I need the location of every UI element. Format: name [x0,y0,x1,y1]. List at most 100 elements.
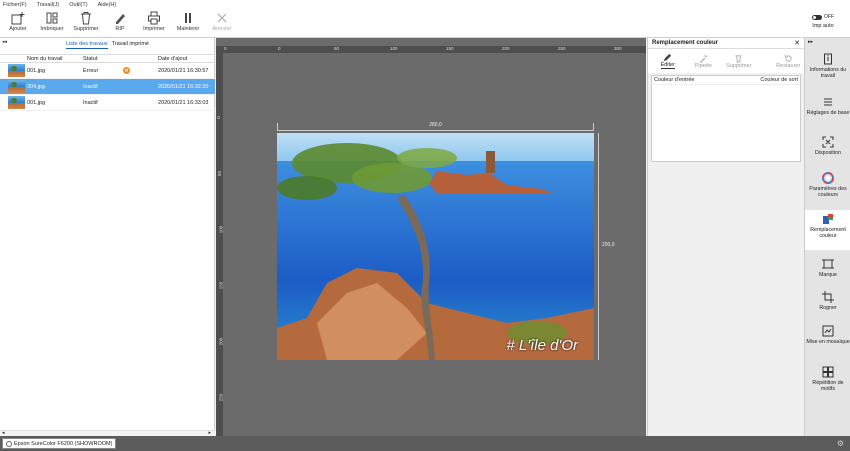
switch-knob [812,14,822,20]
hold-label: Maintenir [176,26,200,32]
crop-icon [822,291,834,303]
width-label: 280,0 [429,122,442,128]
layout-icon [822,136,834,148]
eyedropper-icon [699,54,707,63]
ruler-top: 0 0 50 100 150 200 250 300 [216,46,646,53]
list-icon [824,98,832,106]
rip-button[interactable]: RIP [103,11,137,37]
rip-icon [116,14,125,24]
hold-button[interactable]: Maintenir [171,11,205,37]
auto-print-toggle[interactable]: OFF Imp auto [808,14,838,36]
nav-label: Remplacement couleur [810,227,846,239]
color-replace-toolbar: Éditer Pipette Supprimer Restaurer [648,49,804,73]
tab-job-list[interactable]: Liste des travaux [66,41,108,49]
close-icon[interactable]: ✕ [794,39,800,47]
right-nav: ▸▸ Informations du travail Réglages de b… [804,38,850,436]
nav-tiling[interactable]: Mise en mosaïque [805,325,850,345]
nav-pattern-repeat[interactable]: Répétition de motifs [805,366,850,392]
printer-status-icon [6,440,12,447]
pause-icon [185,13,191,23]
job-date: 2020/01/21 16:30:57 [158,67,209,74]
edit-label: Éditer [660,62,675,69]
restore-button[interactable]: Restaurer [773,54,805,69]
toggle-switch: OFF [812,14,834,20]
job-date: 2020/01/21 16:32:20 [158,83,209,90]
collapse-right-icon[interactable]: ▸▸ [808,39,813,45]
menu-job[interactable]: Travail(J) [37,2,60,8]
trash-icon [735,54,742,63]
panel-title: Remplacement couleur [652,40,719,46]
menu-tools[interactable]: Outil(T) [69,2,87,8]
gear-icon[interactable]: ⚙ [837,439,844,448]
job-thumbnail [8,96,25,109]
status-bar: Epson SureColor F6200 (SHOWROOM) ⚙ [0,436,850,451]
eyedropper-button[interactable]: Pipette [688,54,720,69]
nest-button[interactable]: Imbriquer [35,11,69,37]
color-replace-panel: Remplacement couleur ✕ Éditer Pipette Su… [647,38,804,436]
color-replace-table[interactable]: Couleur d'entrée Couleur de sort [651,75,801,162]
auto-print-label: Imp auto [812,23,834,29]
table-row[interactable]: 004.jpg Inactif 2020/01/21 16:32:20 [0,79,215,95]
nav-crop[interactable]: Rogner [805,291,850,311]
edit-button[interactable]: Éditer [652,53,684,69]
nav-basic-settings[interactable]: Réglages de base [805,96,850,116]
ruler-tick: 50 [217,170,223,177]
color-wheel-icon [822,172,834,184]
printer-selector[interactable]: Epson SureColor F6200 (SHOWROOM) [2,438,117,449]
col-date-added[interactable]: Date d'ajout [158,56,215,62]
nav-layout[interactable]: Disposition [805,136,850,156]
nav-label: Rogner [819,305,837,311]
nav-color-settings[interactable]: Paramètres des couleurs [805,172,850,198]
delete-button[interactable]: Supprimer [69,11,103,37]
collapse-left-icon[interactable]: ◂◂ [2,39,7,45]
eyedropper-label: Pipette [694,62,712,69]
print-image[interactable]: # L'île d'Or [277,133,594,360]
delete-color-button[interactable]: Supprimer [723,54,755,69]
restore-label: Restaurer [776,62,801,69]
color-table-header: Couleur d'entrée Couleur de sort [652,76,800,85]
nav-label: Marque [819,272,837,278]
thumb-cell [0,96,27,109]
job-name: 001.jpg [27,99,46,106]
toggle-state: OFF [824,14,834,20]
job-thumbnail [8,64,25,77]
image-caption: # L'île d'Or [506,337,578,354]
ruler-tick: 300 [614,46,622,51]
delete-label: Supprimer [73,26,99,32]
job-list-panel: ◂◂ Liste des travaux Travail imprimé Nom… [0,38,215,436]
menu-file[interactable]: Fichier(F) [3,2,27,8]
col-job-name[interactable]: Nom du travail [27,56,83,62]
print-button[interactable]: Imprimer [137,11,171,37]
add-label: Ajouter [9,26,27,32]
col-input-color: Couleur d'entrée [654,77,695,83]
nav-job-info[interactable]: Informations du travail [805,53,850,79]
col-output-color: Couleur de sort [760,77,798,83]
thumb-cell [0,64,27,77]
toolbar: Ajouter Imbriquer Supprimer RIP Imprimer… [0,9,850,38]
error-icon: ✕ [123,67,130,74]
table-row[interactable]: 001.jpg Erreur ✕ 2020/01/21 16:30:57 [0,63,215,79]
nav-label: Disposition [815,150,841,156]
nav-color-replace[interactable]: Remplacement couleur [805,210,850,250]
color-replace-icon [823,214,833,224]
pattern-icon [822,366,834,378]
ruler-tick: 250 [218,393,224,402]
panel-header: Remplacement couleur ✕ [648,38,804,49]
preview-canvas[interactable]: 0 0 50 100 150 200 250 300 0 50 100 150 … [216,38,646,436]
delete-color-label: Supprimer [726,62,752,69]
width-dimension: 280,0 [277,122,594,131]
nav-mark[interactable]: Marque [805,258,850,278]
tab-printed-jobs[interactable]: Travail imprimé [112,41,149,49]
cancel-button[interactable]: Annuler [205,11,239,37]
col-status[interactable]: Statut [83,56,123,62]
add-button[interactable]: Ajouter [1,11,35,37]
table-row[interactable]: 001.jpg Inactif 2020/01/21 16:33:03 [0,95,215,111]
job-table: Nom du travail Statut Date d'ajout 001.j… [0,54,215,111]
thumb-cell [0,80,27,93]
ruler-tick: 0 [215,116,221,119]
nest-icon [46,12,58,24]
ruler-tick: 150 [218,281,224,290]
job-tabs: Liste des travaux Travail imprimé [66,41,149,49]
menu-help[interactable]: Aide(H) [98,2,117,8]
ruler-tick: 250 [558,46,566,51]
